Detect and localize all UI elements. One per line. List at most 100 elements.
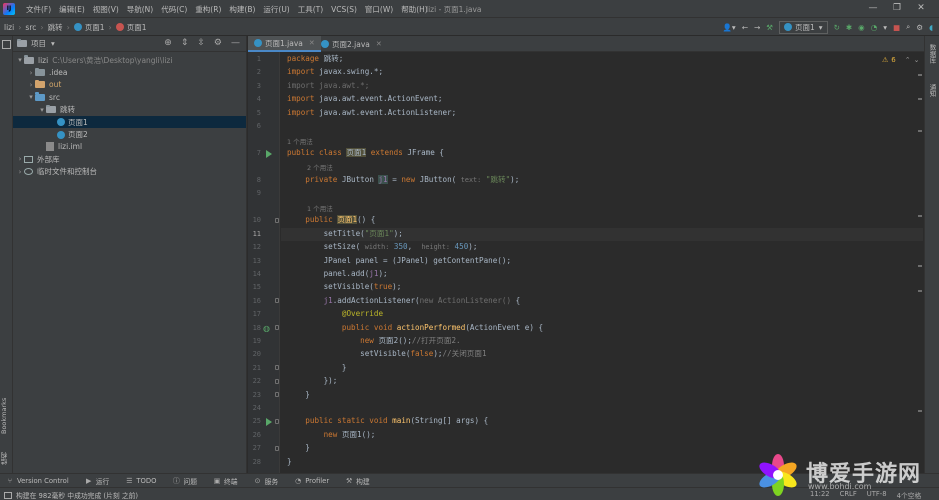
locate-icon[interactable]: ⊕ (164, 38, 172, 48)
menu-code[interactable]: 代码(C) (157, 4, 191, 15)
status-message[interactable]: 构建在 982毫秒 中成功完成 (片刻 之前) (4, 490, 138, 500)
tab-page2[interactable]: 页面2.java ✕ (315, 36, 388, 52)
todo-tab[interactable]: ☰ TODO (125, 477, 156, 485)
bookmarks-tab[interactable]: Bookmarks (0, 386, 13, 446)
menu-run[interactable]: 运行(U) (259, 4, 293, 15)
run-class-icon[interactable] (266, 150, 272, 158)
breadcrumb-method[interactable]: 页面1 (127, 22, 147, 33)
tree-item-src[interactable]: ▾ src (13, 91, 246, 103)
menu-view[interactable]: 视图(V) (89, 4, 123, 15)
flower-logo-icon (759, 454, 797, 496)
inspection-widget[interactable]: ⚠ 6 ⌃ ⌄ (882, 56, 920, 64)
close-tab-icon[interactable]: ✕ (376, 40, 382, 48)
tab-label: 运行 (95, 477, 110, 486)
menu-tools[interactable]: 工具(T) (294, 4, 327, 15)
chevron-up-icon[interactable]: ⌃ (905, 56, 911, 64)
fold-icon[interactable] (275, 419, 279, 424)
code-editor[interactable]: package 跳转; import javax.swing.*; import… (281, 52, 923, 473)
tab-label: Version Control (17, 476, 69, 485)
project-panel-title[interactable]: 项目 (31, 38, 46, 49)
menu-edit[interactable]: 编辑(E) (55, 4, 89, 15)
code-line: setSize( width: 350, height: 450); (287, 242, 478, 252)
settings-gear-icon[interactable]: ⚙ (214, 38, 222, 48)
project-panel-tools: ⊕ ⇕ ⇳ ⚙ — (164, 38, 240, 48)
fold-icon[interactable] (275, 298, 279, 303)
profile-icon[interactable]: ◔ (871, 23, 878, 32)
more-run-icon[interactable]: ▾ (883, 23, 887, 32)
structure-tab[interactable]: 结构 (0, 448, 13, 470)
collapse-all-icon[interactable]: ⇳ (197, 38, 205, 48)
tree-item-iml[interactable]: lizi.iml (13, 141, 246, 153)
code-line: setVisible(false);//关闭页面1 (287, 349, 487, 359)
breadcrumb-project[interactable]: lizi (4, 23, 14, 32)
usage-hint[interactable]: 1 个用法 (307, 203, 333, 213)
usage-hint[interactable]: 1 个用法 (287, 136, 313, 146)
back-icon[interactable]: ← (742, 23, 748, 32)
build-hammer-icon[interactable]: ⚒ (766, 23, 773, 32)
terminal-tab[interactable]: ▣ 终端 (213, 476, 238, 486)
menu-vcs[interactable]: VCS(S) (327, 5, 361, 14)
close-tab-icon[interactable]: ✕ (309, 39, 315, 47)
rerun-icon[interactable]: ↻ (834, 23, 840, 32)
build-status-text: 构建在 982毫秒 中成功完成 (片刻 之前) (16, 492, 139, 500)
forward-icon[interactable]: → (754, 23, 760, 32)
code-line: public void actionPerformed(ActionEvent … (341, 322, 544, 332)
menu-navigate[interactable]: 导航(N) (123, 4, 157, 15)
fold-icon[interactable] (275, 325, 279, 330)
problems-tab[interactable]: ⓘ 问题 (172, 476, 197, 486)
notifications-tab[interactable]: 通知 (927, 84, 937, 97)
tree-item-external-libs[interactable]: › 外部库 (13, 153, 246, 165)
breadcrumb-src[interactable]: src (25, 23, 36, 32)
fold-icon[interactable] (275, 379, 279, 384)
tab-page1[interactable]: 页面1.java ✕ (248, 36, 321, 52)
breadcrumb-package[interactable]: 跳转 (48, 22, 63, 33)
services-tab[interactable]: ⊙ 服务 (254, 476, 279, 486)
tree-item-scratches[interactable]: › 临时文件和控制台 (13, 166, 246, 178)
debug-icon[interactable]: ✱ (846, 23, 852, 32)
run-main-icon[interactable] (266, 418, 272, 426)
tree-item-package[interactable]: ▾ 跳转 (13, 104, 246, 116)
tree-item-project-root[interactable]: ▾ lizi C:\Users\黄浩\Desktop\yangli\lizi (13, 54, 246, 66)
usage-hint[interactable]: 2 个用法 (307, 162, 333, 172)
line-number: 14 (252, 270, 261, 278)
fold-icon[interactable] (275, 218, 279, 223)
code-line: j1.addActionListener(new ActionListener(… (323, 295, 521, 305)
tree-label: 临时文件和控制台 (37, 167, 97, 177)
profiler-tab[interactable]: ◔ Profiler (294, 477, 329, 485)
expand-all-icon[interactable]: ⇕ (181, 38, 189, 48)
tree-label: .idea (49, 68, 68, 78)
run-configuration-select[interactable]: 页面1 ▾ (779, 20, 828, 34)
menu-window[interactable]: 窗口(W) (361, 4, 397, 15)
stop-icon[interactable]: ■ (893, 23, 900, 32)
fold-icon[interactable] (275, 446, 279, 451)
fold-icon[interactable] (275, 392, 279, 397)
menu-refactor[interactable]: 重构(R) (191, 4, 225, 15)
minimize-button[interactable]: — (866, 2, 880, 15)
restore-button[interactable]: ❐ (890, 2, 904, 15)
version-control-tab[interactable]: ⑂ Version Control (6, 477, 69, 485)
breadcrumb-class[interactable]: 页面1 (85, 22, 105, 33)
menu-file[interactable]: 文件(F) (22, 4, 55, 15)
fold-icon[interactable] (275, 365, 279, 370)
coverage-icon[interactable]: ◉ (858, 23, 865, 32)
project-tool-icon[interactable] (2, 40, 11, 49)
tree-item-out[interactable]: › out (13, 79, 246, 91)
database-tab[interactable]: 数据库 (927, 44, 937, 64)
ide-update-icon[interactable]: ◖ (929, 23, 933, 32)
account-icon[interactable]: 👤▾ (723, 23, 736, 32)
override-marker-icon[interactable]: ◍ (263, 324, 270, 333)
line-number: 1 (256, 55, 261, 63)
run-tab[interactable]: ▶ 运行 (85, 476, 110, 486)
settings-gear-icon[interactable]: ⚙ (916, 23, 923, 32)
tree-item-page2[interactable]: 页面2 (13, 128, 246, 140)
folder-icon (24, 55, 34, 64)
tree-item-idea[interactable]: › .idea (13, 66, 246, 78)
close-button[interactable]: ✕ (914, 2, 928, 15)
hide-icon[interactable]: — (231, 38, 240, 48)
chevron-down-icon[interactable]: ⌄ (914, 56, 920, 64)
menu-build[interactable]: 构建(B) (225, 4, 259, 15)
tab-label: 问题 (183, 477, 198, 486)
build-tab[interactable]: ⚒ 构建 (345, 476, 370, 486)
tree-item-page1[interactable]: 页面1 (13, 115, 246, 129)
search-icon[interactable]: ⌕ (906, 22, 910, 32)
